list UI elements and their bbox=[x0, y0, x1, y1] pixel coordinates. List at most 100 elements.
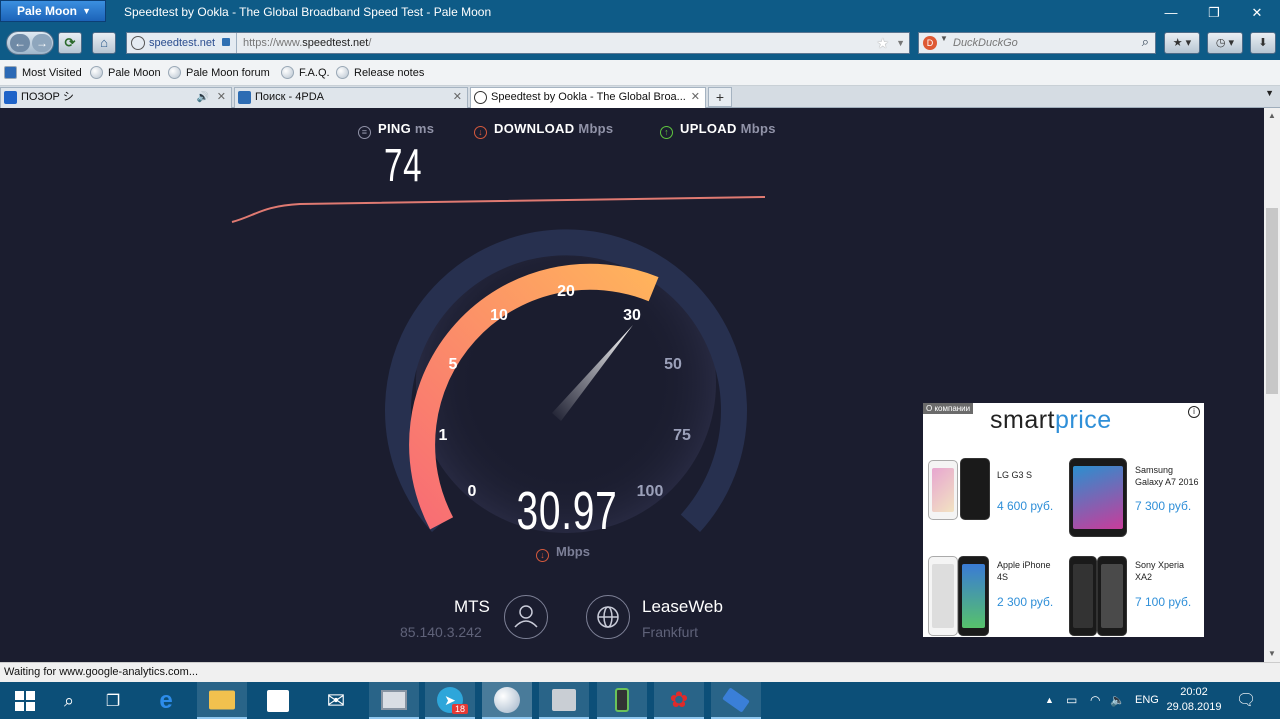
language-indicator[interactable]: ENG bbox=[1135, 682, 1159, 719]
user-icon[interactable] bbox=[504, 595, 548, 639]
ad-item-name[interactable]: Sony Xperia XA2 bbox=[1135, 559, 1197, 583]
gauge-tick-50: 50 bbox=[664, 356, 682, 373]
battery-icon[interactable]: ▭ bbox=[1066, 682, 1077, 719]
ad-item-price[interactable]: 4 600 руб. bbox=[997, 499, 1053, 513]
close-tab-icon[interactable]: ✕ bbox=[453, 88, 462, 107]
ad-item-name[interactable]: Apple iPhone 4S bbox=[997, 559, 1059, 583]
taskbar-huawei[interactable]: ✿ bbox=[654, 682, 704, 719]
scroll-up-arrow-icon[interactable]: ▲ bbox=[1264, 108, 1280, 124]
maximize-button[interactable]: ❐ bbox=[1194, 2, 1234, 24]
tab-4pda[interactable]: Поиск - 4PDA ✕ bbox=[234, 87, 468, 108]
advertisement-banner[interactable]: О компании i smartprice LG G3 S 4 600 ру… bbox=[923, 403, 1204, 637]
scrollbar-thumb[interactable] bbox=[1266, 208, 1278, 394]
taskbar-app-phone[interactable] bbox=[597, 682, 647, 719]
server-name[interactable]: LeaseWeb bbox=[642, 597, 723, 617]
bookmark-faq[interactable]: F.A.Q. bbox=[281, 66, 330, 79]
clock-time: 20:02 bbox=[1180, 686, 1208, 698]
folder-icon bbox=[209, 690, 235, 709]
ad-item-price[interactable]: 7 300 руб. bbox=[1135, 499, 1191, 513]
search-icon[interactable]: ⌕ bbox=[1142, 34, 1149, 50]
download-arrow-icon: ↓ bbox=[536, 549, 549, 562]
phone-image-iphone-black[interactable] bbox=[958, 556, 989, 636]
bookmark-pale-moon[interactable]: Pale Moon bbox=[90, 66, 161, 79]
server-location: Frankfurt bbox=[642, 624, 699, 640]
task-view-icon: ❐ bbox=[105, 692, 121, 710]
ad-item-name[interactable]: Samsung Galaxy A7 2016 bbox=[1135, 464, 1201, 488]
taskbar-app-server[interactable] bbox=[539, 682, 589, 719]
ad-item-price[interactable]: 2 300 руб. bbox=[997, 595, 1053, 609]
taskbar-file-explorer[interactable] bbox=[197, 682, 247, 719]
download-speed-graph bbox=[231, 196, 766, 223]
bookmark-star-icon[interactable]: ★ bbox=[876, 35, 889, 52]
url-text[interactable]: https://www.speedtest.net/ bbox=[243, 33, 371, 53]
phone-image-xperia-2[interactable] bbox=[1097, 556, 1127, 636]
phone-image-lg-back[interactable] bbox=[960, 458, 990, 520]
server-globe-icon[interactable] bbox=[586, 595, 630, 639]
clock-icon: ◷ ▾ bbox=[1215, 37, 1235, 49]
home-button[interactable]: ⌂ bbox=[92, 32, 116, 54]
volume-icon[interactable]: 🔈 bbox=[1110, 682, 1125, 719]
site-identity-button[interactable]: speedtest.net bbox=[127, 33, 237, 53]
search-taskbar-button[interactable]: ⌕ bbox=[44, 682, 94, 719]
taskbar-edge[interactable]: e bbox=[141, 682, 191, 719]
phone-image-xperia-1[interactable] bbox=[1069, 556, 1097, 636]
duckduckgo-icon[interactable]: D bbox=[923, 36, 937, 50]
tab-list-dropdown-icon[interactable]: ▼ bbox=[1265, 88, 1274, 98]
info-icon[interactable]: i bbox=[1188, 406, 1200, 418]
taskbar-app-monitor[interactable] bbox=[369, 682, 419, 719]
back-arrow-icon[interactable]: ← bbox=[10, 34, 30, 52]
history-dropdown-icon[interactable]: ▼ bbox=[896, 34, 905, 52]
bookmark-pale-moon-forum[interactable]: Pale Moon forum bbox=[168, 66, 270, 79]
chevron-down-icon[interactable]: ▼ bbox=[940, 34, 948, 43]
tab-label: Speedtest by Ookla - The Global Broa... bbox=[491, 91, 686, 103]
tab-pozor[interactable]: ПОЗОР シ 🔊 ✕ bbox=[0, 87, 232, 108]
close-tab-icon[interactable]: ✕ bbox=[691, 88, 700, 107]
taskbar-store[interactable] bbox=[253, 682, 303, 719]
phone-image-lg-front[interactable] bbox=[928, 460, 958, 520]
task-view-button[interactable]: ❐ bbox=[88, 682, 138, 719]
speedtest-page: ≡ PING ms ↓ DOWNLOAD Mbps ↑ UPLOAD Mbps 74 bbox=[0, 108, 1264, 662]
taskbar-pale-moon[interactable] bbox=[482, 682, 532, 719]
show-hidden-icons-icon[interactable]: ▲ bbox=[1045, 682, 1054, 719]
ad-item-name[interactable]: LG G3 S bbox=[997, 469, 1057, 481]
forward-arrow-icon[interactable]: → bbox=[32, 34, 52, 52]
huawei-icon: ✿ bbox=[669, 686, 689, 712]
ad-item-price[interactable]: 7 100 руб. bbox=[1135, 595, 1191, 609]
taskbar-telegram[interactable]: ➤ 18 bbox=[425, 682, 475, 719]
taskbar-app-usb[interactable] bbox=[711, 682, 761, 719]
notifications-icon[interactable]: 🗨 bbox=[1236, 682, 1256, 719]
ad-company-tag[interactable]: О компании bbox=[923, 403, 974, 414]
bookmark-most-visited[interactable]: Most Visited bbox=[4, 66, 82, 79]
site-identity-label: speedtest.net bbox=[149, 37, 216, 49]
pale-moon-icon bbox=[90, 66, 103, 79]
search-bar[interactable]: D ▼ DuckDuckGo ⌕ bbox=[918, 32, 1156, 54]
speaker-icon[interactable]: 🔊 bbox=[197, 88, 209, 107]
downloads-button[interactable]: ⬇ bbox=[1250, 32, 1276, 54]
scroll-down-arrow-icon[interactable]: ▼ bbox=[1264, 646, 1280, 662]
bookmark-label: Release notes bbox=[354, 67, 425, 79]
reload-icon: ⟳ bbox=[64, 35, 76, 50]
download-icon: ⬇ bbox=[1258, 37, 1268, 49]
status-bar: Waiting for www.google-analytics.com... bbox=[0, 662, 1280, 682]
bookmark-release-notes[interactable]: Release notes bbox=[336, 66, 424, 79]
wifi-icon[interactable]: ◠ bbox=[1090, 682, 1100, 719]
history-button[interactable]: ◷ ▾ bbox=[1207, 32, 1243, 54]
4pda-favicon-icon bbox=[238, 91, 251, 104]
close-tab-icon[interactable]: ✕ bbox=[217, 88, 226, 107]
bookmarks-menu-button[interactable]: ★ ▾ bbox=[1164, 32, 1200, 54]
tab-speedtest[interactable]: Speedtest by Ookla - The Global Broa... … bbox=[470, 87, 706, 109]
page-scrollbar[interactable]: ▲ ▼ bbox=[1264, 108, 1280, 662]
address-bar[interactable]: speedtest.net https://www.speedtest.net/… bbox=[126, 32, 910, 54]
system-clock[interactable]: 20:02 29.08.2019 bbox=[1162, 685, 1226, 715]
start-button[interactable] bbox=[0, 682, 50, 719]
phone-image-samsung[interactable] bbox=[1069, 458, 1127, 537]
minimize-button[interactable]: — bbox=[1151, 2, 1191, 24]
close-button[interactable]: ✕ bbox=[1237, 2, 1277, 24]
app-menu-button[interactable]: Pale Moon ▼ bbox=[0, 0, 106, 22]
new-tab-button[interactable]: + bbox=[708, 87, 732, 107]
reload-button[interactable]: ⟳ bbox=[58, 32, 82, 54]
taskbar-mail[interactable]: ✉ bbox=[311, 682, 361, 719]
phone-image-iphone-white[interactable] bbox=[928, 556, 958, 636]
telegram-badge: 18 bbox=[452, 704, 469, 714]
edge-icon: e bbox=[159, 686, 173, 714]
